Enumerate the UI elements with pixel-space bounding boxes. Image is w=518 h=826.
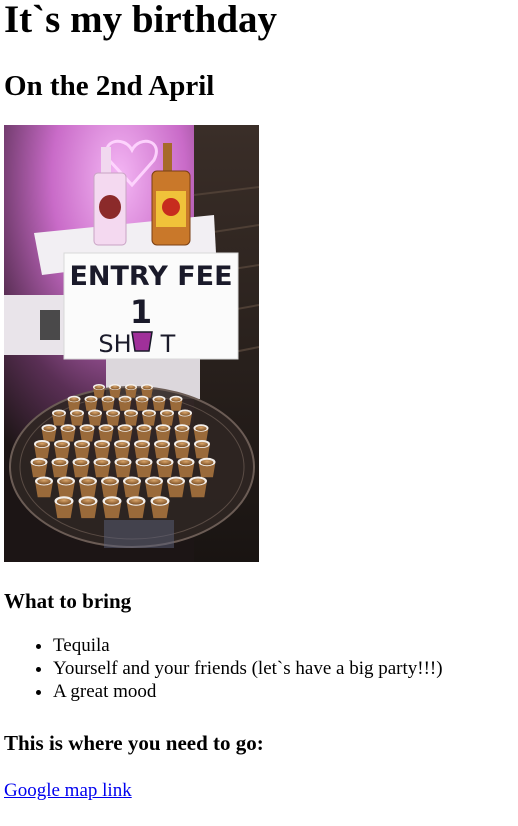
shot-cup bbox=[125, 384, 137, 398]
shot-cup bbox=[74, 440, 90, 459]
shot-cup bbox=[101, 476, 119, 498]
page: It`s my birthday On the 2nd April ENTRY … bbox=[0, 0, 518, 803]
bring-list: Tequila Yourself and your friends (let`s… bbox=[4, 634, 514, 703]
shot-cup bbox=[136, 424, 152, 442]
shot-cup bbox=[114, 440, 130, 459]
party-photo: ENTRY FEE 1 SH T bbox=[4, 125, 259, 562]
shot-cup bbox=[156, 457, 174, 478]
shot-cup bbox=[34, 440, 50, 459]
shot-cup bbox=[109, 384, 121, 398]
shot-cup bbox=[141, 384, 153, 398]
shot-cup bbox=[52, 409, 66, 426]
shot-cup bbox=[67, 395, 81, 411]
go-heading: This is where you need to go: bbox=[4, 731, 264, 755]
shot-cup bbox=[106, 409, 120, 426]
shot-cup bbox=[79, 424, 95, 442]
shot-cup bbox=[145, 476, 163, 498]
shot-cup bbox=[142, 409, 156, 426]
sign-line-3-right: T bbox=[160, 330, 176, 358]
shot-cup bbox=[30, 457, 48, 478]
shot-cup bbox=[98, 424, 114, 442]
shot-cup bbox=[174, 440, 190, 459]
shot-cup bbox=[126, 496, 146, 519]
shot-cup bbox=[88, 409, 102, 426]
shot-cup bbox=[101, 395, 115, 411]
shot-cup bbox=[135, 457, 153, 478]
sign-line-3-left: SH bbox=[98, 330, 131, 358]
shot-cup bbox=[167, 476, 185, 498]
shot-cup bbox=[155, 424, 171, 442]
shot-cup-icon bbox=[131, 331, 153, 352]
shot-cup bbox=[154, 440, 170, 459]
shot-cup bbox=[84, 395, 98, 411]
shot-cup bbox=[124, 409, 138, 426]
shot-cup bbox=[41, 424, 57, 442]
shot-cup bbox=[152, 395, 166, 411]
shot-cup bbox=[178, 409, 192, 426]
shot-cup bbox=[198, 457, 216, 478]
bring-item: Yourself and your friends (let`s have a … bbox=[53, 657, 514, 680]
shot-cup bbox=[79, 476, 97, 498]
shot-cup bbox=[51, 457, 69, 478]
shot-cup bbox=[78, 496, 98, 519]
sign-line-1: ENTRY FEE bbox=[69, 261, 232, 292]
shot-cup bbox=[93, 457, 111, 478]
shot-cup bbox=[169, 395, 183, 411]
bring-heading: What to bring bbox=[4, 589, 132, 613]
shot-cup bbox=[117, 424, 133, 442]
shot-cup bbox=[54, 440, 70, 459]
shot-cup bbox=[102, 496, 122, 519]
shot-cup bbox=[123, 476, 141, 498]
shot-cup bbox=[54, 496, 74, 519]
date-heading: On the 2nd April bbox=[4, 70, 215, 102]
shot-cup bbox=[194, 440, 210, 459]
shot-cup bbox=[72, 457, 90, 478]
shot-cup bbox=[118, 395, 132, 411]
shot-cup bbox=[114, 457, 132, 478]
sign-line-2: 1 bbox=[130, 293, 152, 331]
shot-cup bbox=[150, 496, 170, 519]
shot-cup bbox=[134, 440, 150, 459]
party-photo-illustration: ENTRY FEE 1 SH T bbox=[4, 125, 259, 562]
shot-cup bbox=[70, 409, 84, 426]
shot-cup bbox=[60, 424, 76, 442]
shot-cup bbox=[94, 440, 110, 459]
shot-cup bbox=[135, 395, 149, 411]
shot-cup bbox=[160, 409, 174, 426]
shot-cup bbox=[193, 424, 209, 442]
page-title: It`s my birthday bbox=[4, 0, 278, 41]
google-map-link[interactable]: Google map link bbox=[4, 779, 132, 803]
shot-cup bbox=[93, 384, 105, 398]
shot-cup bbox=[189, 476, 207, 498]
bring-item: Tequila bbox=[53, 634, 514, 657]
shot-cup bbox=[174, 424, 190, 442]
shot-cup bbox=[35, 476, 53, 498]
shot-cup bbox=[57, 476, 75, 498]
shot-cup bbox=[177, 457, 195, 478]
bring-item: A great mood bbox=[53, 680, 514, 703]
